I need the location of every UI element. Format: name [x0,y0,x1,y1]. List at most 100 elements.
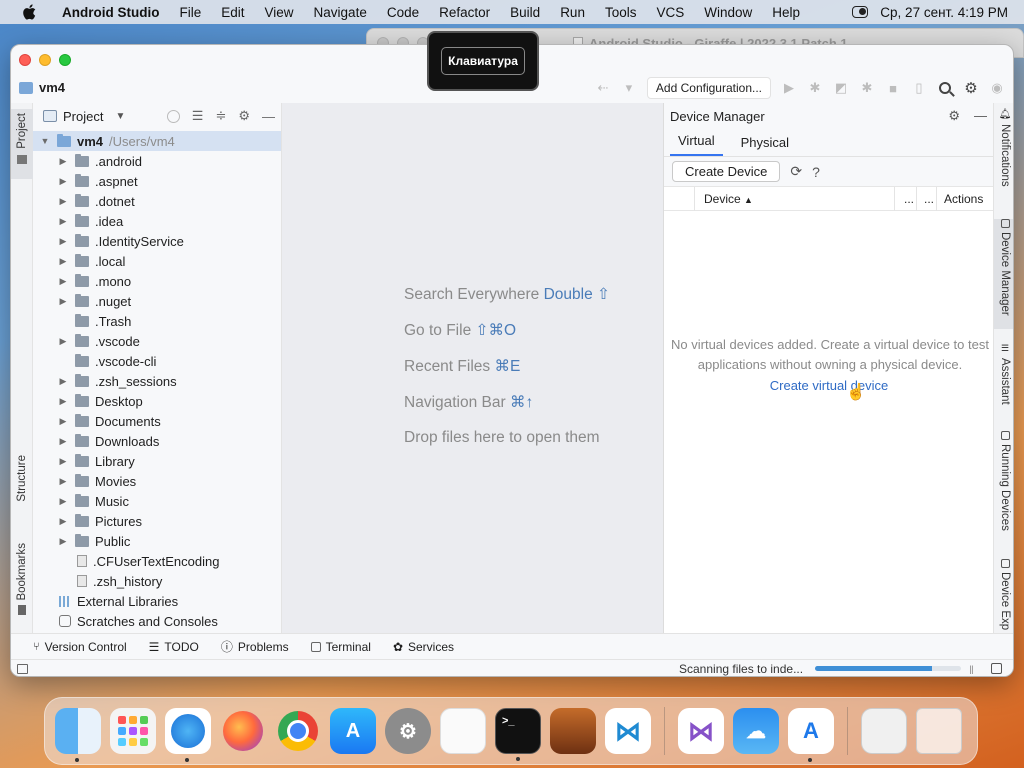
debug-icon[interactable]: ✱ [807,80,823,96]
vcs-update-icon[interactable]: ⇠ [595,80,611,96]
chevron-right-icon[interactable]: ▶ [57,236,69,247]
column-device[interactable]: Device ▲ [704,192,753,206]
chevron-down-icon[interactable]: ▼ [115,111,125,122]
tree-row[interactable]: ▶ .aspnet [33,171,281,191]
chevron-right-icon[interactable]: ▶ [57,196,69,207]
tree-row[interactable]: ▶ .dotnet [33,191,281,211]
menu-help[interactable]: Help [762,5,810,20]
menu-app-name[interactable]: Android Studio [52,5,169,20]
panel-options-gear-icon[interactable]: ⚙ [238,108,250,124]
weather-icon[interactable]: ☁ [733,708,779,754]
help-icon[interactable]: ? [812,164,820,180]
notifications-tool-tab[interactable]: 🔔︎ Notifications [994,109,1013,209]
services-tool-button[interactable]: ✿ Services [393,640,454,654]
textedit-icon[interactable] [440,708,486,754]
column-actions[interactable]: Actions [944,192,983,206]
apple-logo-icon[interactable] [18,4,40,20]
account-icon[interactable]: ◉ [989,80,1005,96]
bookmarks-tool-tab[interactable]: Bookmarks [11,543,33,623]
chrome-icon[interactable] [275,708,321,754]
minimize-icon[interactable] [39,54,51,66]
tree-row[interactable]: ▶ .IdentityService [33,231,281,251]
toggle-tool-windows-icon[interactable] [17,664,28,674]
tree-row[interactable]: .Trash [33,311,281,331]
tree-row[interactable]: ▶ Public [33,531,281,551]
menu-navigate[interactable]: Navigate [304,5,377,20]
keyboard-viewer-icon[interactable] [861,708,907,754]
chevron-right-icon[interactable]: ▶ [57,216,69,227]
external-libraries-row[interactable]: External Libraries [33,591,281,611]
android-studio-dock-icon[interactable]: A [788,708,834,762]
tree-row[interactable]: ▶ .local [33,251,281,271]
chevron-right-icon[interactable]: ▶ [57,516,69,527]
tree-row[interactable]: .CFUserTextEncoding [33,551,281,571]
stop-icon[interactable]: ■ [885,80,901,96]
add-configuration-button[interactable]: Add Configuration... [646,77,771,99]
visual-studio-icon[interactable]: ⋈ [678,708,724,754]
menu-tools[interactable]: Tools [595,5,647,20]
control-center-icon[interactable] [852,6,869,18]
indexing-progress-bar[interactable] [815,666,961,671]
search-icon[interactable] [937,80,953,96]
chevron-right-icon[interactable]: ▶ [57,476,69,487]
tree-row[interactable]: ▶ Documents [33,411,281,431]
tree-row[interactable]: ▶ .zsh_sessions [33,371,281,391]
tree-row[interactable]: ▶ .idea [33,211,281,231]
problems-tool-button[interactable]: ⓘ Problems [221,638,289,655]
tree-root-row[interactable]: ▼ vm4 /Users/vm4 [33,131,281,151]
hide-panel-icon[interactable]: — [974,108,987,124]
tree-row[interactable]: ▶ Desktop [33,391,281,411]
hide-panel-icon[interactable]: — [262,109,275,124]
tree-row[interactable]: ▶ .android [33,151,281,171]
create-device-button[interactable]: Create Device [672,161,781,182]
collapse-all-icon[interactable]: ≑ [215,108,226,124]
chevron-down-icon[interactable]: ▼ [39,136,51,146]
chevron-right-icon[interactable]: ▶ [57,296,69,307]
keyboard-overlay[interactable]: Клавиатура [427,31,539,91]
profile-icon[interactable]: ✱ [859,80,875,96]
create-virtual-device-link[interactable]: Create virtual device [664,378,994,393]
tab-physical[interactable]: Physical [733,135,797,156]
tree-row[interactable]: ▶ Movies [33,471,281,491]
menu-edit[interactable]: Edit [211,5,254,20]
chevron-right-icon[interactable]: ▶ [57,456,69,467]
chevron-right-icon[interactable]: ▶ [57,376,69,387]
device-manager-tool-tab[interactable]: Device Manager [994,219,1013,329]
event-log-icon[interactable] [991,663,1002,674]
tree-row[interactable]: ▶ Downloads [33,431,281,451]
run-icon[interactable]: ▶ [781,80,797,96]
tree-row[interactable]: ▶ .mono [33,271,281,291]
menu-refactor[interactable]: Refactor [429,5,500,20]
chevron-right-icon[interactable]: ▶ [57,496,69,507]
chevron-down-icon[interactable]: ▾ [621,80,637,96]
tree-row[interactable]: ▶ .nuget [33,291,281,311]
launchpad-icon[interactable] [110,708,156,754]
menu-datetime[interactable]: Ср, 27 сент. 4:19 PM [880,5,1008,20]
expand-all-icon[interactable]: ☰ [192,108,204,124]
keyboard-overlay-label[interactable]: Клавиатура [441,47,525,75]
project-tool-tab[interactable]: Project [11,109,33,179]
chevron-right-icon[interactable]: ▶ [57,536,69,547]
chevron-right-icon[interactable]: ▶ [57,436,69,447]
project-view-selector[interactable]: Project [63,109,103,124]
structure-tool-tab[interactable]: Structure [11,455,33,515]
tree-row[interactable]: ▶ .vscode [33,331,281,351]
app-store-icon[interactable]: A [330,708,376,754]
safari-icon[interactable] [165,708,211,762]
maximize-icon[interactable] [59,54,71,66]
menu-file[interactable]: File [169,5,211,20]
pause-icon[interactable]: ‖ [969,663,974,676]
device-manager-options-gear-icon[interactable]: ⚙ [948,108,960,124]
device-icon[interactable]: ▯ [911,80,927,96]
select-opened-file-icon[interactable] [166,109,180,123]
chevron-right-icon[interactable]: ▶ [57,156,69,167]
device-explorer-tool-tab[interactable]: Device Exp [994,559,1013,633]
chevron-right-icon[interactable]: ▶ [57,176,69,187]
menu-run[interactable]: Run [550,5,595,20]
scratches-row[interactable]: Scratches and Consoles [33,611,281,631]
instruments-icon[interactable] [550,708,596,754]
close-icon[interactable] [19,54,31,66]
chevron-right-icon[interactable]: ▶ [57,276,69,287]
menu-view[interactable]: View [255,5,304,20]
version-control-tool-button[interactable]: ⑂ Version Control [33,640,127,654]
